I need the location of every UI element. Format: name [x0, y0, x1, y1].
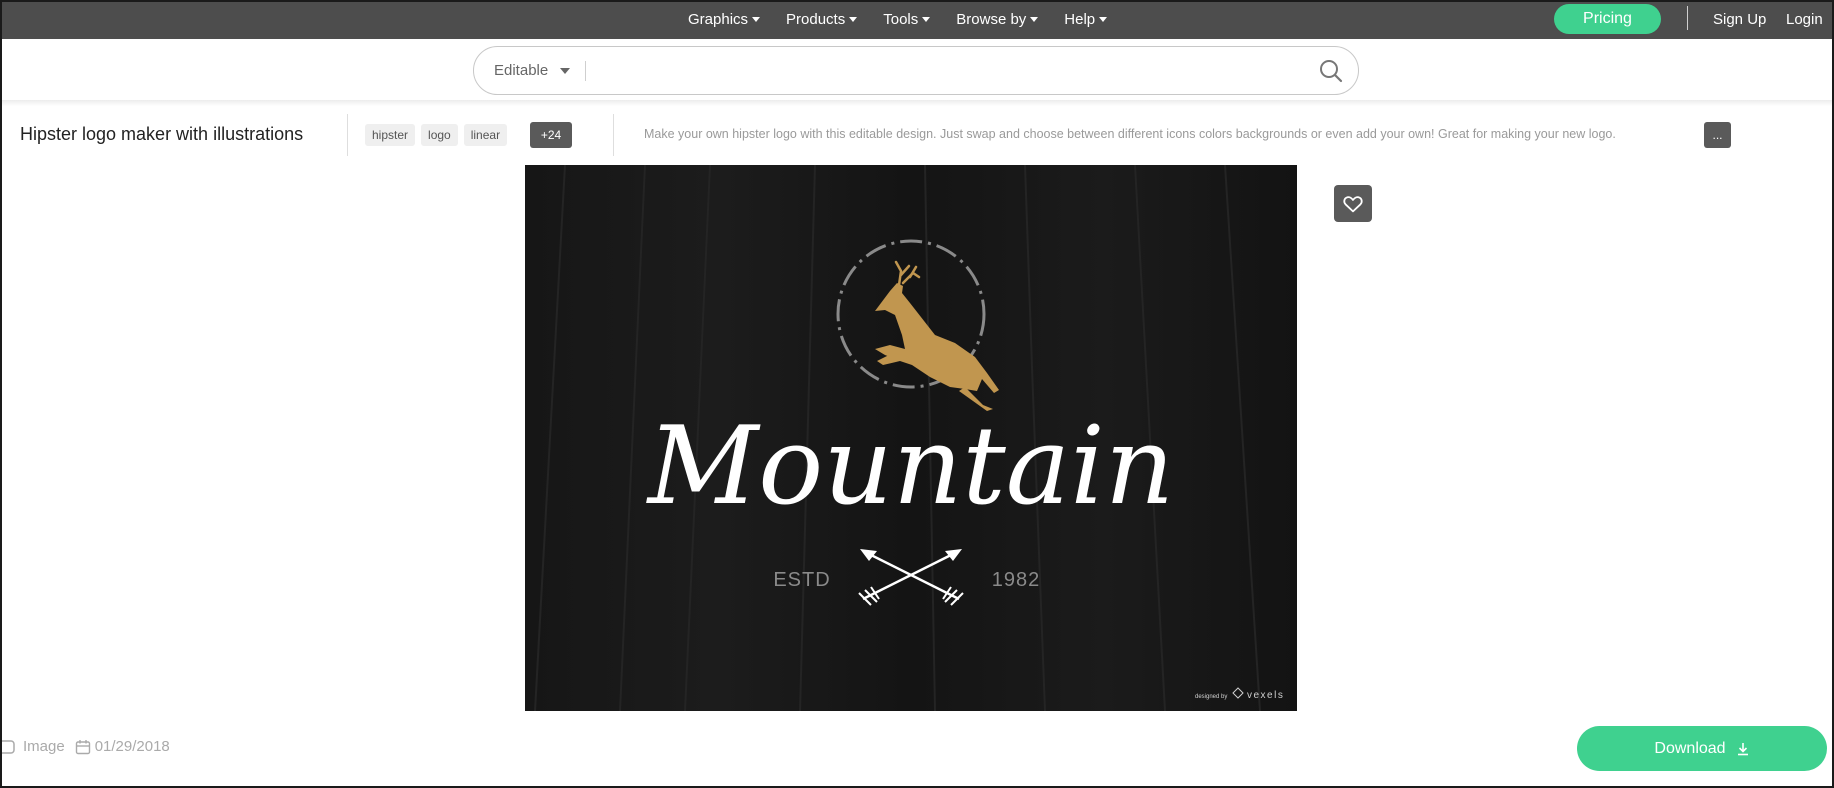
watermark-prefix: designed by: [1195, 694, 1227, 700]
title-divider: [347, 114, 348, 156]
header-shadow: [2, 100, 1832, 106]
brand-name-text: Mountain: [646, 404, 1175, 529]
top-navigation-bar: Graphics Products Tools Browse by Help P…: [0, 0, 1834, 39]
tag-linear[interactable]: linear: [463, 124, 508, 146]
tag-hipster[interactable]: hipster: [365, 124, 416, 146]
hd-icon: [0, 739, 15, 754]
nav-browse-by-label: Browse by: [956, 11, 1027, 28]
search-separator: [585, 61, 586, 81]
caret-down-icon: [849, 17, 858, 22]
tag-list: hipster logo linear: [365, 124, 513, 146]
tags-divider: [613, 114, 614, 156]
main-menu: Graphics Products Tools Browse by Help: [688, 0, 1133, 39]
caret-down-icon: [1099, 17, 1108, 22]
caret-down-icon: [1030, 17, 1039, 22]
nav-graphics-label: Graphics: [688, 11, 749, 28]
favorite-button[interactable]: [1334, 185, 1372, 222]
asset-meta: Image 01/29/2018: [0, 738, 170, 755]
download-icon: [1737, 742, 1748, 755]
asset-date: 01/29/2018: [94, 738, 170, 755]
calendar-icon: [75, 739, 90, 754]
nav-browse-by[interactable]: Browse by: [956, 11, 1039, 28]
search-icon[interactable]: [1319, 59, 1343, 83]
search-filter-value: Editable: [494, 62, 549, 79]
asset-description: Make your own hipster logo with this edi…: [644, 127, 1616, 141]
nav-products-label: Products: [786, 11, 846, 28]
logo-preview-graphic: Mountain ESTD 1982 designed by vexels: [525, 165, 1297, 711]
sign-up-link[interactable]: Sign Up: [1713, 0, 1766, 39]
caret-down-icon: [752, 17, 761, 22]
asset-type-label: Image: [23, 738, 65, 755]
year-text: 1982: [992, 569, 1041, 591]
page-title: Hipster logo maker with illustrations: [20, 124, 304, 144]
pricing-button[interactable]: Pricing: [1554, 4, 1661, 34]
nav-help[interactable]: Help: [1064, 11, 1108, 28]
login-link[interactable]: Login: [1786, 0, 1823, 39]
caret-down-icon: [922, 17, 931, 22]
nav-divider: [1687, 6, 1688, 30]
nav-graphics[interactable]: Graphics: [688, 11, 761, 28]
download-button[interactable]: Download: [1577, 726, 1827, 771]
estd-text: ESTD: [773, 569, 830, 591]
triangle-down-icon: [560, 67, 571, 74]
more-tags-button[interactable]: +24: [530, 122, 572, 148]
logo-preview-image: Mountain ESTD 1982 designed by vexels: [525, 165, 1297, 711]
nav-help-label: Help: [1064, 11, 1096, 28]
heart-icon: [1343, 195, 1363, 212]
expand-description-button[interactable]: ...: [1704, 122, 1731, 148]
nav-tools-label: Tools: [883, 11, 919, 28]
search-bar: Editable: [473, 46, 1359, 95]
download-label: Download: [1654, 739, 1726, 757]
watermark-brand: vexels: [1247, 690, 1284, 701]
nav-products[interactable]: Products: [786, 11, 858, 28]
search-input[interactable]: [594, 55, 1254, 87]
tag-logo[interactable]: logo: [421, 124, 458, 146]
search-filter-dropdown[interactable]: Editable: [494, 47, 571, 94]
nav-tools[interactable]: Tools: [883, 11, 931, 28]
